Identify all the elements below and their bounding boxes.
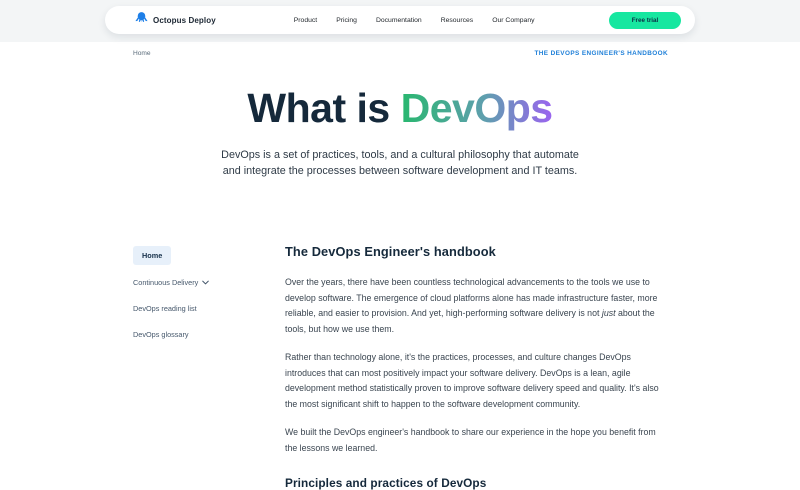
article-subheading: Principles and practices of DevOps [285, 476, 669, 490]
free-trial-button[interactable]: Free trial [609, 12, 681, 29]
sidebar-item-label: Continuous Delivery [133, 278, 198, 287]
octopus-logo-icon [135, 11, 148, 29]
sidebar-nav: Home Continuous Delivery DevOps reading … [133, 246, 263, 351]
nav-item-product[interactable]: Product [294, 17, 317, 24]
nav-item-documentation[interactable]: Documentation [376, 17, 422, 24]
nav-item-pricing[interactable]: Pricing [336, 17, 357, 24]
nav-item-resources[interactable]: Resources [441, 17, 474, 24]
sidebar-item-continuous-delivery[interactable]: Continuous Delivery [133, 273, 209, 292]
article-paragraph-3: We built the DevOps engineer's handbook … [285, 425, 669, 456]
page-title: What is DevOps [0, 86, 800, 131]
brand-name: Octopus Deploy [153, 16, 216, 25]
sidebar-item-devops-glossary[interactable]: DevOps glossary [133, 325, 189, 344]
handbook-series-link[interactable]: THE DEVOPS ENGINEER'S HANDBOOK [534, 50, 668, 57]
page-title-highlight: DevOps [401, 85, 553, 131]
sidebar-item-home[interactable]: Home [133, 246, 171, 265]
page-title-prefix: What is [247, 85, 400, 131]
brand-logo[interactable]: Octopus Deploy [135, 11, 216, 29]
article-content: The DevOps Engineer's handbook Over the … [285, 244, 669, 490]
article-paragraph-1: Over the years, there have been countles… [285, 275, 669, 337]
chevron-down-icon [202, 280, 209, 285]
nav-item-our-company[interactable]: Our Company [492, 17, 534, 24]
site-header: Octopus Deploy Product Pricing Documenta… [105, 6, 695, 34]
main-nav: Product Pricing Documentation Resources … [294, 17, 535, 24]
article-heading: The DevOps Engineer's handbook [285, 244, 669, 259]
breadcrumb-home-link[interactable]: Home [133, 50, 151, 57]
paragraph-italic-word: just [602, 308, 616, 318]
hero-section: What is DevOps DevOps is a set of practi… [0, 86, 800, 179]
article-paragraph-2: Rather than technology alone, it's the p… [285, 350, 669, 412]
sidebar-item-devops-reading-list[interactable]: DevOps reading list [133, 299, 197, 318]
breadcrumb-row: Home THE DEVOPS ENGINEER'S HANDBOOK [133, 50, 668, 57]
hero-subtitle: DevOps is a set of practices, tools, and… [214, 147, 586, 179]
